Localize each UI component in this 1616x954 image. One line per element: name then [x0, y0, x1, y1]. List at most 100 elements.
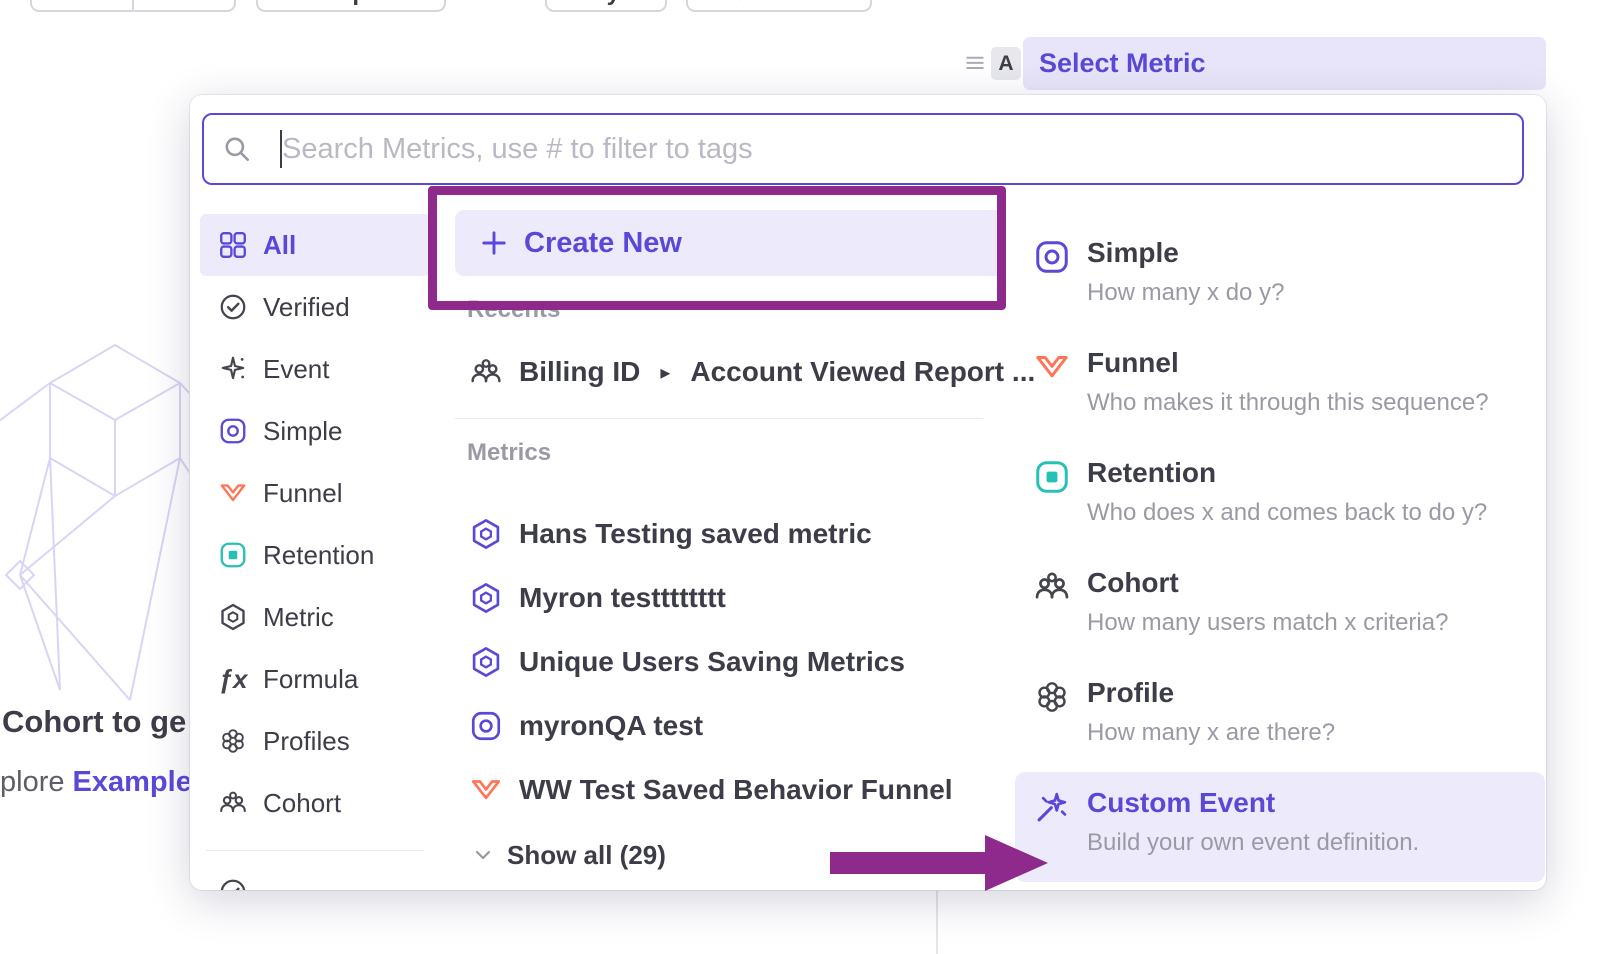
- metric-type-custom-event[interactable]: Custom Event Build your own event defini…: [1015, 772, 1545, 882]
- retention-icon: [1033, 458, 1071, 496]
- metric-hexagon-icon: [218, 602, 248, 632]
- chevron-down-icon: [471, 843, 495, 867]
- search-icon: [222, 134, 252, 164]
- funnel-icon: [1033, 348, 1071, 386]
- sidebar-item-label: Metric: [263, 602, 334, 633]
- metric-type-retention[interactable]: Retention Who does x and comes back to d…: [1015, 442, 1545, 552]
- chart-type-label: Line: [770, 0, 819, 7]
- sidebar-item-cohort[interactable]: Cohort: [200, 772, 430, 834]
- line-chart-icon: [738, 0, 762, 5]
- select-metric-label: Select Metric: [1039, 48, 1206, 79]
- metric-type-name: Retention: [1087, 454, 1487, 492]
- metric-hexagon-icon: [469, 517, 503, 551]
- recents-heading: Recents: [455, 296, 1005, 326]
- sidebar-item-label: All: [263, 230, 296, 261]
- profiles-flower-icon: [218, 726, 248, 756]
- saved-metric-label: myronQA test: [519, 710, 703, 742]
- show-all-button[interactable]: Show all (29): [455, 840, 1005, 870]
- metric-type-description: How many x do y?: [1087, 276, 1284, 310]
- grid-icon: [218, 230, 248, 260]
- sidebar-item-simple[interactable]: Simple: [200, 400, 430, 462]
- range-12m-button[interactable]: 12M: [32, 0, 132, 10]
- saved-metric-item[interactable]: Myron testttttttt: [455, 566, 1005, 630]
- metric-type-name: Profile: [1087, 674, 1335, 712]
- metric-hexagon-icon: [469, 645, 503, 679]
- simple-metric-icon: [218, 416, 248, 446]
- date-range-segment: 12M YTD ▾: [30, 0, 236, 12]
- breadcrumb-arrow-icon: ▸: [660, 360, 670, 385]
- empty-state-title-fragment: Cohort to ge: [2, 704, 186, 740]
- range-ytd-button[interactable]: YTD ▾: [132, 0, 234, 10]
- granularity-label: Day: [576, 0, 620, 7]
- panel-divider: [936, 890, 938, 954]
- recent-metric-item[interactable]: Billing ID ▸ Account Viewed Report ...: [455, 342, 1005, 402]
- create-new-button[interactable]: Create New: [455, 210, 1005, 276]
- range-ytd-label: YTD: [153, 0, 201, 7]
- metric-type-cohort[interactable]: Cohort How many users match x criteria?: [1015, 552, 1545, 662]
- plus-icon: [479, 228, 509, 258]
- sidebar-item-all[interactable]: All: [200, 214, 430, 276]
- sidebar-item-label: Profiles: [263, 726, 350, 757]
- sidebar-item-label: Retention: [263, 540, 374, 571]
- metric-type-description: Who does x and comes back to do y?: [1087, 496, 1487, 530]
- metric-type-name: Custom Event: [1087, 784, 1419, 822]
- saved-metric-label: WW Test Saved Behavior Funnel: [519, 774, 953, 806]
- text-cursor: [280, 130, 282, 168]
- chevron-down-icon: ▾: [628, 0, 636, 3]
- cohort-people-icon: [1033, 568, 1071, 606]
- saved-metric-item[interactable]: Unique Users Saving Metrics: [455, 630, 1005, 694]
- metric-hexagon-icon: [469, 581, 503, 615]
- metric-type-name: Simple: [1087, 234, 1284, 272]
- sidebar-item-retention[interactable]: Retention: [200, 524, 430, 586]
- sidebar-item-event[interactable]: Event: [200, 338, 430, 400]
- sidebar-item-label: Simple: [263, 416, 342, 447]
- simple-metric-icon: [469, 709, 503, 743]
- saved-metric-item[interactable]: myronQA test: [455, 694, 1005, 758]
- retention-icon: [218, 540, 248, 570]
- example-link[interactable]: Example: [73, 766, 192, 798]
- saved-metric-label: Unique Users Saving Metrics: [519, 646, 905, 678]
- metric-type-description: How many x are there?: [1087, 716, 1335, 750]
- saved-metric-label: Hans Testing saved metric: [519, 518, 872, 550]
- granularity-button[interactable]: Day ▾: [545, 0, 667, 12]
- sidebar-item-metric[interactable]: Metric: [200, 586, 430, 648]
- saved-metric-item[interactable]: Hans Testing saved metric: [455, 502, 1005, 566]
- chart-type-button[interactable]: Line: [686, 0, 872, 12]
- recent-item-secondary: Account Viewed Report ...: [690, 356, 1035, 388]
- sidebar-item-partial[interactable]: [200, 877, 430, 890]
- saved-metric-label: Myron testttttttt: [519, 582, 726, 614]
- chevron-down-icon: ▾: [207, 0, 215, 3]
- sidebar-item-label: Funnel: [263, 478, 343, 509]
- metric-row-badge: A: [991, 47, 1021, 80]
- saved-metric-item[interactable]: WW Test Saved Behavior Funnel: [455, 758, 1005, 822]
- verified-badge-icon: [218, 292, 248, 322]
- sidebar-item-funnel[interactable]: Funnel: [200, 462, 430, 524]
- recent-item-primary: Billing ID: [519, 356, 640, 388]
- select-metric-button[interactable]: Select Metric: [1023, 37, 1546, 90]
- sidebar-item-profiles[interactable]: Profiles: [200, 710, 430, 772]
- section-divider: [455, 418, 983, 419]
- sidebar-item-label: Cohort: [263, 788, 341, 819]
- metric-type-simple[interactable]: Simple How many x do y?: [1015, 222, 1545, 332]
- empty-state-subtitle: plore Example I: [0, 766, 208, 799]
- sidebar-item-label: Verified: [263, 292, 350, 323]
- metric-type-description: Who makes it through this sequence?: [1087, 386, 1489, 420]
- search-bar: [202, 113, 1524, 185]
- funnel-icon: [218, 478, 248, 508]
- sidebar-divider: [206, 850, 424, 851]
- subtitle-text-fragment: plore: [0, 766, 73, 798]
- app-root: 12M YTD ▾ Compare Day ▾ Line A Select Me…: [0, 0, 1616, 954]
- metric-type-description: Build your own event definition.: [1087, 826, 1419, 860]
- metric-type-profile[interactable]: Profile How many x are there?: [1015, 662, 1545, 772]
- simple-metric-icon: [1033, 238, 1071, 276]
- drag-handle-icon[interactable]: [963, 50, 987, 74]
- sidebar-item-label: Event: [263, 354, 330, 385]
- metric-types-column: Simple How many x do y? Funnel Who makes…: [1015, 222, 1545, 882]
- metric-type-funnel[interactable]: Funnel Who makes it through this sequenc…: [1015, 332, 1545, 442]
- sidebar-item-verified[interactable]: Verified: [200, 276, 430, 338]
- search-input[interactable]: [202, 113, 1524, 185]
- select-metric-modal: All Verified Event Simple Funnel Retenti…: [190, 95, 1546, 890]
- sidebar-item-formula[interactable]: ƒx Formula: [200, 648, 430, 710]
- category-sidebar: All Verified Event Simple Funnel Retenti…: [200, 214, 430, 890]
- compare-button[interactable]: Compare: [256, 0, 446, 12]
